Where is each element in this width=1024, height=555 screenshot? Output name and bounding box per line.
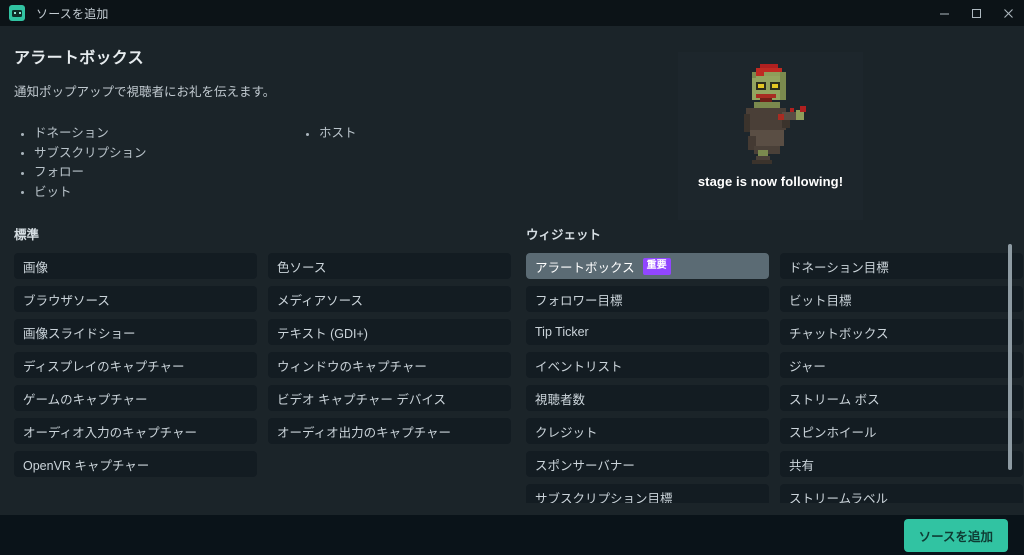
tile-label: スポンサーバナー <box>535 458 635 473</box>
tile-label: ゲームのキャプチャー <box>23 392 148 407</box>
source-tile-color[interactable]: 色ソース <box>268 253 511 279</box>
tile-label: 画像スライドショー <box>23 326 136 341</box>
page-description: 通知ポップアップで視聴者にお礼を伝えます。 <box>14 85 276 99</box>
source-tile-window-capture[interactable]: ウィンドウのキャプチャー <box>268 352 511 378</box>
list-item: ビット <box>14 183 299 203</box>
list-item: サブスクリプション <box>14 144 299 164</box>
source-tile-game-capture[interactable]: ゲームのキャプチャー <box>14 385 257 411</box>
tile-label: オーディオ出力のキャプチャー <box>277 425 452 440</box>
list-item: フォロー <box>14 163 299 183</box>
tile-label: クレジット <box>535 425 598 440</box>
widget-tile-tip-ticker[interactable]: Tip Ticker <box>526 319 769 345</box>
tile-label: ブラウザソース <box>23 293 110 308</box>
add-source-button[interactable]: ソースを追加 <box>903 518 1008 552</box>
standard-source-grid: 画像 色ソース ブラウザソース メディアソース 画像スライドショー テキスト (… <box>14 253 511 477</box>
widget-tile-sponsor-banner[interactable]: スポンサーバナー <box>526 451 769 477</box>
widgets-panel: ウィジェット アラートボックス 重要 ドネーション目標 フォロワー目標 ビット目… <box>512 220 1024 515</box>
widget-tile-credits[interactable]: クレジット <box>526 418 769 444</box>
source-header: アラートボックス 通知ポップアップで視聴者にお礼を伝えます。 ドネーション サブ… <box>0 26 1024 220</box>
maximize-icon[interactable] <box>960 0 992 26</box>
source-tile-audio-input-capture[interactable]: オーディオ入力のキャプチャー <box>14 418 257 444</box>
preview-caption: stage is now following! <box>697 174 844 189</box>
streamlabs-app-icon <box>9 5 25 21</box>
source-tile-openvr-capture[interactable]: OpenVR キャプチャー <box>14 451 257 477</box>
widget-tile-follower-goal[interactable]: フォロワー目標 <box>526 286 769 312</box>
widget-tile-sub-goal[interactable]: サブスクリプション目標 <box>526 484 769 503</box>
tile-label: 視聴者数 <box>535 392 586 407</box>
tile-label: スピンホイール <box>789 425 877 440</box>
tile-label: ストリームラベル <box>789 491 889 504</box>
source-tile-display-capture[interactable]: ディスプレイのキャプチャー <box>14 352 257 378</box>
widget-tile-viewer-count[interactable]: 視聴者数 <box>526 385 769 411</box>
source-tile-text-gdi[interactable]: テキスト (GDI+) <box>268 319 511 345</box>
source-lists: 標準 画像 色ソース ブラウザソース メディアソース 画像スライドショー テキス… <box>0 220 1024 515</box>
source-preview: stage is now following! <box>678 52 863 220</box>
tile-label: チャットボックス <box>789 326 889 341</box>
tile-label: テキスト (GDI+) <box>277 326 368 341</box>
zombie-pixel-sprite <box>734 56 808 164</box>
tile-label: ストリーム ボス <box>789 392 880 407</box>
widget-grid: アラートボックス 重要 ドネーション目標 フォロワー目標 ビット目標 Tip T… <box>526 253 1023 503</box>
source-tile-media[interactable]: メディアソース <box>268 286 511 312</box>
tile-label: OpenVR キャプチャー <box>23 458 150 473</box>
standard-sources-panel: 標準 画像 色ソース ブラウザソース メディアソース 画像スライドショー テキス… <box>0 220 512 515</box>
tile-label: ジャー <box>789 359 826 374</box>
source-tile-image[interactable]: 画像 <box>14 253 257 279</box>
widget-tile-stream-boss[interactable]: ストリーム ボス <box>780 385 1023 411</box>
tile-label: Tip Ticker <box>535 325 589 339</box>
widget-tile-share[interactable]: 共有 <box>780 451 1023 477</box>
status-badge: 重要 <box>642 257 671 275</box>
tile-label: 画像 <box>23 260 49 275</box>
source-tile-browser[interactable]: ブラウザソース <box>14 286 257 312</box>
widget-tile-stream-labels[interactable]: ストリームラベル <box>780 484 1023 503</box>
feature-lists: ドネーション サブスクリプション フォロー ビット ホスト <box>14 124 1024 202</box>
tile-label: オーディオ入力のキャプチャー <box>23 425 198 440</box>
list-item: ドネーション <box>14 124 299 144</box>
tile-label: メディアソース <box>277 293 364 308</box>
widget-tile-chatbox[interactable]: チャットボックス <box>780 319 1023 345</box>
scrollbar-thumb[interactable] <box>1008 244 1012 470</box>
titlebar: ソースを追加 <box>0 0 1024 26</box>
feature-column-1: ドネーション サブスクリプション フォロー ビット <box>14 124 299 202</box>
widget-tile-bit-goal[interactable]: ビット目標 <box>780 286 1023 312</box>
widget-tile-jar[interactable]: ジャー <box>780 352 1023 378</box>
list-item: ホスト <box>299 124 584 144</box>
standard-panel-title: 標準 <box>14 228 40 242</box>
tile-label: アラートボックス <box>535 260 635 275</box>
tile-label: ディスプレイのキャプチャー <box>23 359 185 374</box>
widget-tile-event-list[interactable]: イベントリスト <box>526 352 769 378</box>
tile-label: フォロワー目標 <box>535 293 623 308</box>
source-tile-video-capture-device[interactable]: ビデオ キャプチャー デバイス <box>268 385 511 411</box>
widget-tile-spin-wheel[interactable]: スピンホイール <box>780 418 1023 444</box>
tile-label: イベントリスト <box>535 359 623 374</box>
window-title: ソースを追加 <box>36 6 109 21</box>
source-tile-image-slideshow[interactable]: 画像スライドショー <box>14 319 257 345</box>
close-icon[interactable] <box>992 0 1024 26</box>
tile-label: ウィンドウのキャプチャー <box>277 359 427 374</box>
tile-label: 色ソース <box>277 260 327 275</box>
tile-label: サブスクリプション目標 <box>535 491 673 504</box>
tile-label: ビデオ キャプチャー デバイス <box>277 392 446 407</box>
tile-label: ビット目標 <box>789 293 852 308</box>
widget-tile-donation-goal[interactable]: ドネーション目標 <box>780 253 1023 279</box>
minimize-icon[interactable] <box>928 0 960 26</box>
tile-label: 共有 <box>789 458 815 473</box>
feature-column-2: ホスト <box>299 124 584 202</box>
widgets-scrollbar[interactable] <box>1008 244 1012 494</box>
source-tile-audio-output-capture[interactable]: オーディオ出力のキャプチャー <box>268 418 511 444</box>
widget-tile-alertbox[interactable]: アラートボックス 重要 <box>526 253 769 279</box>
widgets-panel-title: ウィジェット <box>526 228 602 242</box>
tile-label: ドネーション目標 <box>789 260 889 275</box>
dialog-footer: ソースを追加 <box>0 515 1024 555</box>
page-title: アラートボックス <box>14 50 144 67</box>
window-controls <box>928 0 1024 26</box>
widgets-scroll-area[interactable]: アラートボックス 重要 ドネーション目標 フォロワー目標 ビット目標 Tip T… <box>526 253 1023 503</box>
add-source-dialog: ソースを追加 アラートボックス 通知ポップアップで視聴者にお礼を伝えます。 ドネ… <box>0 0 1024 555</box>
